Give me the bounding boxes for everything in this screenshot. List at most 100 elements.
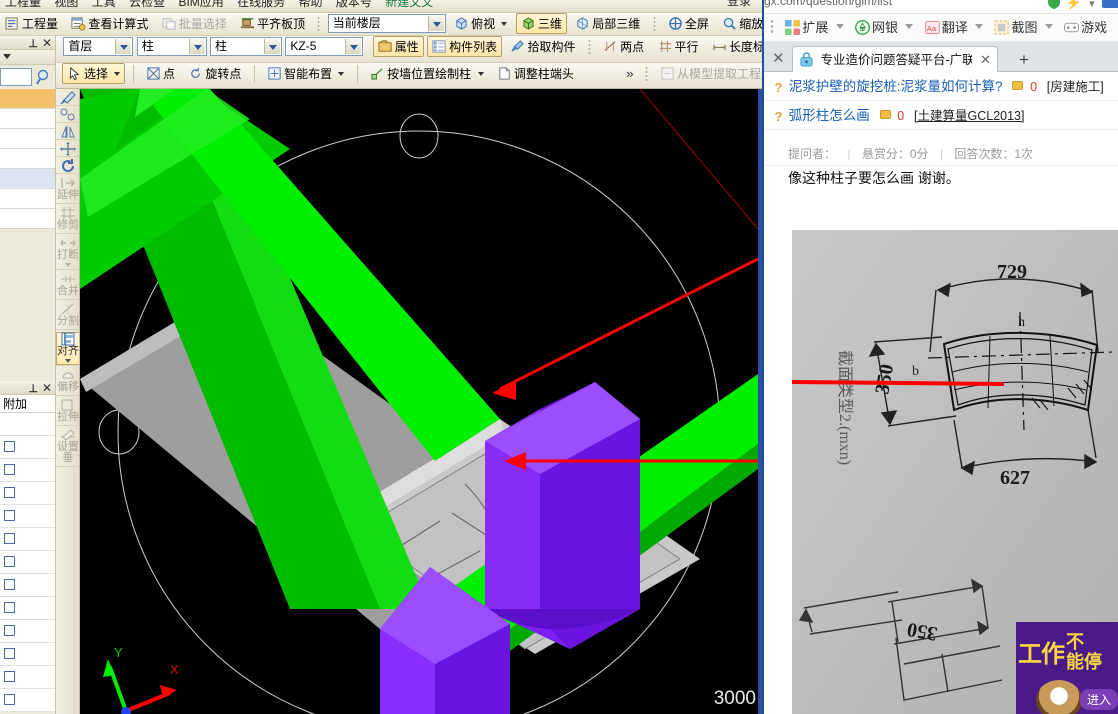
toolbar-button-point[interactable]: 点 bbox=[141, 63, 180, 84]
close-icon[interactable]: ✕ bbox=[42, 36, 52, 50]
rail-item-rotate[interactable] bbox=[56, 159, 79, 174]
browser-url-bar[interactable]: gx.com/question/glm/list ⚡ ▾ bbox=[764, 0, 1118, 14]
menu-item-6[interactable]: 帮助 bbox=[293, 0, 327, 9]
chevron-down-icon[interactable] bbox=[835, 24, 844, 29]
list-item[interactable] bbox=[0, 689, 55, 712]
chevron-down-icon[interactable] bbox=[115, 39, 132, 54]
toolbar-button-draw-column-on-wall[interactable]: 按墙位置绘制柱 bbox=[365, 63, 488, 84]
menu-item-0[interactable]: 工程量 bbox=[0, 0, 46, 9]
toolbar-button-threed[interactable]: 三维 bbox=[515, 13, 567, 34]
table-row[interactable] bbox=[0, 109, 55, 129]
list-item[interactable] bbox=[0, 505, 55, 528]
toolbar-button-length-dim[interactable]: 长度标注 bbox=[707, 36, 762, 57]
checkbox[interactable] bbox=[4, 441, 15, 452]
checkbox[interactable] bbox=[4, 533, 15, 544]
browser-url-right-icons[interactable]: ⚡ ▾ bbox=[1046, 0, 1118, 11]
menu-item-4[interactable]: BIM应用 bbox=[173, 0, 228, 9]
checkbox[interactable] bbox=[4, 579, 15, 590]
list-item[interactable] bbox=[0, 620, 55, 643]
browser-bookmarks-bar[interactable]: 扩展 网银 Aa 翻译 截图 游戏 bbox=[764, 14, 1118, 42]
checkbox[interactable] bbox=[4, 510, 15, 521]
question-category-1[interactable]: [土建算量GCL2013] bbox=[914, 109, 1024, 123]
chevron-down-icon[interactable] bbox=[345, 39, 362, 54]
toolbar-button-fullscreen[interactable]: 全屏 bbox=[663, 13, 714, 34]
toolbar-button-local-threed[interactable]: 局部三维 bbox=[570, 13, 645, 34]
bookmark-translate[interactable]: Aa 翻译 bbox=[922, 14, 969, 41]
chevron-down-icon[interactable] bbox=[975, 24, 984, 29]
table-row[interactable] bbox=[0, 209, 55, 229]
screen-icon[interactable] bbox=[1102, 0, 1118, 8]
menu-item-excel[interactable]: 新建文文 bbox=[380, 0, 438, 9]
close-icon[interactable]: ✕ bbox=[772, 49, 785, 67]
shield-icon[interactable] bbox=[1046, 0, 1062, 10]
menu-item-2[interactable]: 工具 bbox=[87, 0, 121, 9]
tab-close-icon[interactable]: ✕ bbox=[980, 52, 991, 67]
list-item[interactable] bbox=[0, 482, 55, 505]
chevron-down-icon[interactable] bbox=[905, 24, 914, 29]
toolbar-button-pick-component[interactable]: 拾取构件 bbox=[505, 36, 580, 57]
toolbar-button-adjust-column-end[interactable]: 调整柱端头 bbox=[492, 63, 579, 84]
pin-icon[interactable]: ⊥ bbox=[28, 382, 38, 395]
advertisement-banner[interactable]: 工作 不 能停 进入 bbox=[1016, 622, 1118, 714]
toolbar-button-top-view[interactable]: 俯视 bbox=[449, 13, 512, 34]
checkbox[interactable] bbox=[4, 625, 15, 636]
chevron-down-icon[interactable] bbox=[501, 22, 508, 26]
checkbox[interactable] bbox=[4, 556, 15, 567]
bookmark-screenshot[interactable]: 截图 bbox=[991, 14, 1038, 41]
chevron-down-icon[interactable] bbox=[338, 72, 345, 76]
ad-cta-button[interactable]: 进入 bbox=[1079, 689, 1118, 710]
left-panel-top-dropdown-bar[interactable] bbox=[0, 50, 55, 65]
toolbar-button-property[interactable]: 属性 bbox=[372, 36, 424, 57]
rail-item-chamfer[interactable] bbox=[56, 108, 79, 123]
pin-icon[interactable]: ⊥ bbox=[28, 37, 38, 50]
menu-item-7[interactable]: 版本号 bbox=[331, 0, 377, 9]
bookmark-bank[interactable]: 网银 bbox=[852, 14, 899, 41]
drag-handle-icon[interactable] bbox=[770, 19, 774, 35]
chevron-down-icon[interactable] bbox=[264, 39, 281, 54]
chevron-down-icon[interactable] bbox=[1044, 24, 1053, 29]
combo-type[interactable]: 柱 bbox=[210, 37, 283, 56]
toolbar-button-zoom[interactable]: 缩放 bbox=[717, 13, 762, 34]
list-item[interactable] bbox=[0, 459, 55, 482]
chevron-down-icon[interactable] bbox=[477, 72, 484, 76]
new-tab-button[interactable]: + bbox=[1019, 50, 1029, 70]
table-row[interactable] bbox=[0, 129, 55, 149]
rail-item-brush[interactable] bbox=[56, 91, 79, 106]
chevron-down-icon[interactable] bbox=[188, 39, 205, 54]
menu-item-login[interactable]: 登录 bbox=[722, 0, 756, 8]
floor-selector-combo[interactable]: 当前楼层 bbox=[327, 14, 446, 33]
search-icon[interactable] bbox=[34, 68, 54, 86]
combo-category[interactable]: 柱 bbox=[136, 37, 207, 56]
toolbar-button-quantity[interactable]: 工程量 bbox=[0, 13, 63, 34]
toolbar-button-view-formula[interactable]: 查看计算式 bbox=[66, 13, 153, 34]
toolbar3-overflow-button[interactable]: » bbox=[622, 66, 637, 81]
checkbox[interactable] bbox=[4, 694, 15, 705]
table-row[interactable] bbox=[0, 169, 55, 189]
search-input[interactable] bbox=[0, 68, 32, 86]
chevron-down-icon[interactable] bbox=[65, 263, 71, 267]
checkbox[interactable] bbox=[4, 464, 15, 475]
menu-item-1[interactable]: 视图 bbox=[49, 0, 83, 9]
browser-tab-active[interactable]: 专业造价问题答疑平台-广联达 ✕ bbox=[792, 46, 998, 72]
three-d-viewport[interactable]: Y X 3000 bbox=[80, 89, 758, 714]
list-item[interactable] bbox=[0, 643, 55, 666]
question-category-0[interactable]: [房建施工] bbox=[1047, 80, 1104, 94]
checkbox[interactable] bbox=[4, 671, 15, 682]
table-row[interactable] bbox=[0, 149, 55, 169]
toolbar-button-smart-layout[interactable]: 智能布置 bbox=[262, 63, 349, 84]
chevron-down-icon[interactable] bbox=[65, 359, 71, 363]
question-title-link-0[interactable]: 泥浆护壁的旋挖桩:泥浆量如何计算? bbox=[789, 79, 1003, 94]
table-row[interactable] bbox=[0, 89, 55, 109]
menu-item-5[interactable]: 在线服务 bbox=[232, 0, 290, 9]
chevron-down-icon[interactable] bbox=[3, 54, 11, 59]
question-row-1[interactable]: ? 弧形柱怎么画 0 [土建算量GCL2013] bbox=[764, 101, 1118, 130]
checkbox[interactable] bbox=[4, 602, 15, 613]
chevron-down-icon[interactable] bbox=[427, 16, 444, 31]
list-item[interactable] bbox=[0, 436, 55, 459]
toolbar-button-parallel[interactable]: 平行 bbox=[653, 36, 704, 57]
checkbox[interactable] bbox=[4, 648, 15, 659]
chevron-down-icon[interactable]: ▾ bbox=[1089, 0, 1095, 10]
close-icon[interactable]: ✕ bbox=[42, 381, 52, 395]
list-item[interactable] bbox=[0, 666, 55, 689]
list-item[interactable] bbox=[0, 574, 55, 597]
